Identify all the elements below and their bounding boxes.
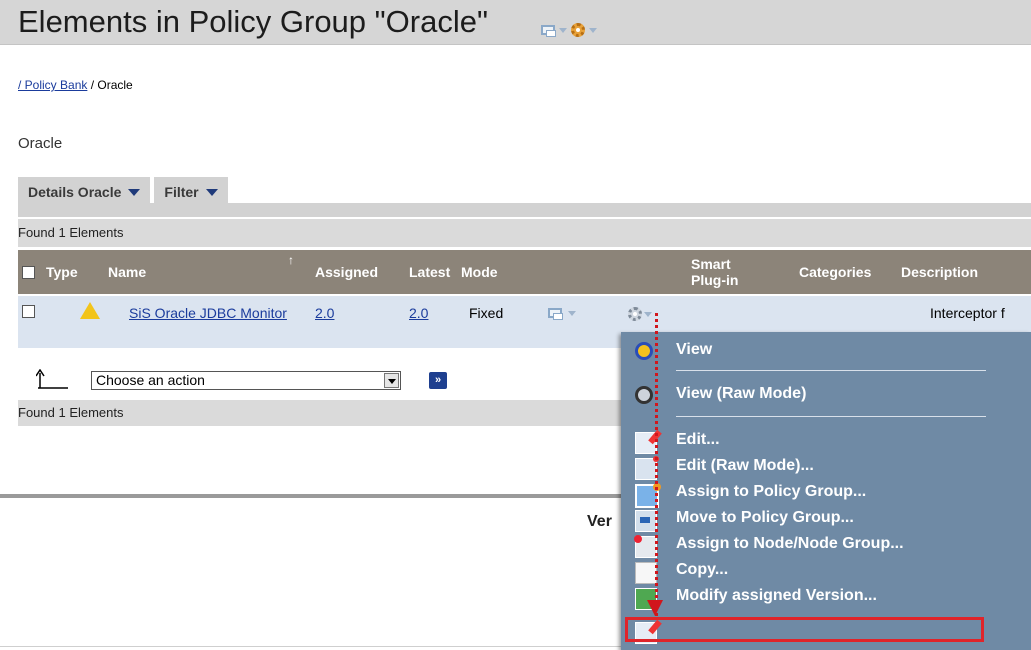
table-header: Type Name ↑ Assigned Latest Mode Smart P… <box>18 250 1031 294</box>
window-icon[interactable] <box>541 25 556 37</box>
chevron-down-icon[interactable] <box>589 27 597 33</box>
column-categories[interactable]: Categories <box>799 250 871 294</box>
row-window-menu[interactable] <box>548 308 576 320</box>
arrow-up-icon <box>36 369 68 389</box>
menu-item-assign-node[interactable]: Assign to Node/Node Group... <box>621 532 1031 558</box>
annotation-highlight-box <box>625 617 984 642</box>
menu-item-label: Move to Policy Group... <box>676 509 854 526</box>
annotation-arrowhead-icon <box>647 600 663 616</box>
tab-bar: Details Oracle Filter <box>18 177 232 207</box>
tab-details[interactable]: Details Oracle <box>18 177 151 207</box>
found-count: Found 1 Elements <box>18 225 124 240</box>
menu-item-label: Edit (Raw Mode)... <box>676 457 814 474</box>
column-mode[interactable]: Mode <box>461 250 498 294</box>
menu-item-edit-raw[interactable]: Edit (Raw Mode)... <box>621 454 1031 480</box>
column-description[interactable]: Description <box>901 250 978 294</box>
window-icon[interactable] <box>548 308 563 320</box>
context-menu: View View (Raw Mode) Edit... Edit (Raw M… <box>621 332 1031 650</box>
assigned-version-link[interactable]: 2.0 <box>315 305 334 321</box>
chevron-down-icon[interactable] <box>384 373 399 388</box>
tab-label: Details Oracle <box>28 184 122 200</box>
menu-item-label: View (Raw Mode) <box>676 385 807 402</box>
magnifier-icon <box>635 342 653 360</box>
gear-icon[interactable] <box>628 307 642 321</box>
results-band <box>18 219 1031 247</box>
menu-item-label: Modify assigned Version... <box>676 587 877 604</box>
section-heading: Oracle <box>18 135 63 152</box>
row-gear-menu[interactable] <box>628 307 652 321</box>
tab-label: Filter <box>164 184 199 200</box>
footer-version-text: Ver <box>587 513 612 530</box>
page-header: Elements in Policy Group "Oracle" <box>0 0 1031 45</box>
edit-icon <box>635 432 657 454</box>
breadcrumb-current: / Oracle <box>87 78 133 92</box>
checkbox[interactable] <box>22 265 35 279</box>
menu-item-label: Edit... <box>676 431 720 448</box>
menu-item-modify-assigned-version[interactable]: Modify assigned Version... <box>621 584 1031 610</box>
menu-item-label: Assign to Node/Node Group... <box>676 535 904 552</box>
column-assigned[interactable]: Assigned <box>315 250 378 294</box>
sort-ascending-icon: ↑ <box>288 253 294 267</box>
element-name-link[interactable]: SiS Oracle JDBC Monitor <box>129 305 287 321</box>
annotation-dotted-arrow <box>655 313 658 616</box>
move-policy-icon <box>635 510 657 532</box>
row-checkbox[interactable] <box>22 305 35 318</box>
gear-icon[interactable] <box>571 23 585 37</box>
column-smart-plugin[interactable]: Smart Plug-in <box>691 250 751 294</box>
go-button[interactable]: » <box>429 372 447 389</box>
breadcrumb: / Policy Bank / Oracle <box>18 78 133 92</box>
menu-item-label: Copy... <box>676 561 729 578</box>
magnifier-raw-icon <box>635 386 653 404</box>
menu-separator <box>676 416 986 417</box>
caret-down-icon <box>205 188 218 196</box>
tab-filter[interactable]: Filter <box>154 177 228 207</box>
checkbox[interactable] <box>22 305 35 318</box>
menu-item-view-raw[interactable]: View (Raw Mode) <box>621 382 1031 408</box>
column-name[interactable]: Name <box>108 250 146 294</box>
chevron-down-icon[interactable] <box>568 310 576 316</box>
menu-item-copy[interactable]: Copy... <box>621 558 1031 584</box>
caret-down-icon <box>128 188 141 196</box>
edit-raw-icon <box>635 456 659 480</box>
menu-item-move-policy-group[interactable]: Move to Policy Group... <box>621 506 1031 532</box>
action-select-value: Choose an action <box>96 372 205 388</box>
chevron-down-icon[interactable] <box>559 27 567 33</box>
select-all-checkbox[interactable] <box>22 250 35 294</box>
column-latest[interactable]: Latest <box>409 250 450 294</box>
menu-item-label: Assign to Policy Group... <box>676 483 867 500</box>
chevron-down-icon[interactable] <box>644 311 652 317</box>
column-type[interactable]: Type <box>46 250 78 294</box>
menu-separator <box>676 370 986 371</box>
assign-node-icon <box>634 535 657 558</box>
copy-icon <box>635 562 657 584</box>
description-value: Interceptor f <box>930 305 1005 321</box>
action-select[interactable]: Choose an action <box>91 371 401 390</box>
menu-item-label: View <box>676 341 713 358</box>
mode-value: Fixed <box>469 305 504 321</box>
found-count: Found 1 Elements <box>18 405 124 420</box>
header-actions <box>541 22 597 38</box>
page-title: Elements in Policy Group "Oracle" <box>18 4 488 39</box>
menu-item-edit[interactable]: Edit... <box>621 428 1031 454</box>
menu-item-assign-policy-group[interactable]: Assign to Policy Group... <box>621 480 1031 508</box>
warning-icon <box>80 302 100 319</box>
breadcrumb-link-policy-bank[interactable]: / Policy Bank <box>18 78 87 92</box>
latest-version-link[interactable]: 2.0 <box>409 305 428 321</box>
menu-item-view[interactable]: View <box>621 338 1031 364</box>
